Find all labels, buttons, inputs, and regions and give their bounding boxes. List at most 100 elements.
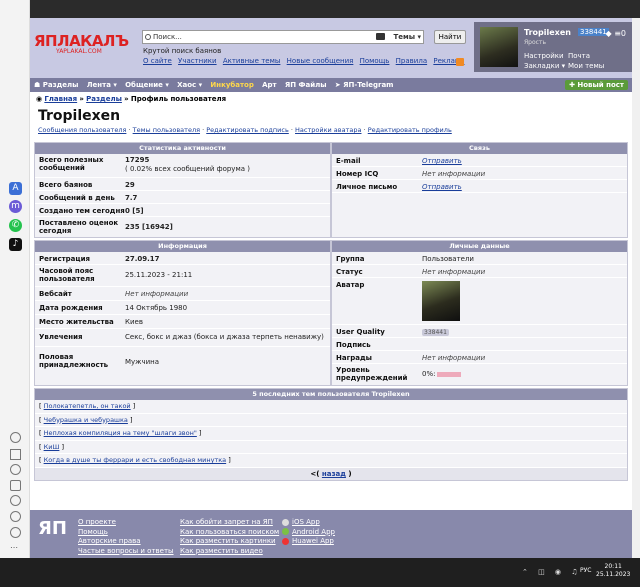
stats-panel: Статистика активности Всего полезных соо…	[34, 142, 331, 238]
camera-icon[interactable]	[376, 33, 385, 40]
clock-icon[interactable]	[10, 495, 21, 506]
nav-feed[interactable]: Лента ▾	[87, 81, 117, 89]
footer-link[interactable]: Частые вопросы и ответы	[78, 547, 174, 557]
list-item: [ Чебурашка и чебурашка ]	[35, 414, 627, 427]
link-active-topics[interactable]: Активные темы	[223, 57, 281, 65]
stats-label: Сообщений в день	[39, 194, 115, 202]
footer-link[interactable]: Как пользоваться поиском	[180, 528, 279, 538]
box-icon[interactable]	[10, 480, 21, 491]
site-header: ЯПЛАКАЛЪ YAPLAKAL.COM Поиск... Темы ▾ На…	[30, 18, 632, 78]
footer-logo[interactable]: ЯП	[38, 518, 67, 539]
search-scope-select[interactable]: Темы ▾	[393, 31, 421, 43]
profile-links: Сообщения пользователя · Темы пользовате…	[30, 126, 632, 138]
stats-row: Создано тем сегодня 0 [5]	[35, 204, 330, 217]
nav-files[interactable]: ЯП Файлы	[285, 81, 327, 89]
personal-row: Аватар	[332, 278, 627, 325]
scrollbar[interactable]	[632, 18, 640, 558]
more-icon[interactable]: ⋯	[10, 543, 21, 554]
page-title: Tropilexen	[38, 108, 121, 124]
user-link-bookmarks[interactable]: Закладки ▾	[524, 61, 568, 71]
rss-icon[interactable]	[456, 58, 464, 66]
link-help[interactable]: Помощь	[360, 57, 390, 65]
user-link-my-topics[interactable]: Мои темы	[568, 61, 612, 71]
play-icon[interactable]	[10, 432, 21, 443]
user-name[interactable]: Tropilexen	[524, 28, 571, 37]
system-tray-icon[interactable]: ⌃ ◫ ◉ ♫	[522, 568, 582, 576]
footer-col-2: Как обойти запрет на ЯП Как пользоваться…	[180, 518, 279, 556]
ios-app-link[interactable]: iOS App	[292, 518, 320, 526]
user-status: Ярость	[524, 39, 546, 46]
nav-incubator[interactable]: Инкубатор	[210, 81, 254, 89]
screen: A m ✆ ♪ ⋯ ЯПЛАКАЛЪ YAPLAKAL.COM Поиск...…	[0, 0, 640, 587]
contact-label: E-mail	[336, 157, 361, 165]
send-icon[interactable]	[10, 449, 21, 460]
android-app-link[interactable]: Android App	[292, 528, 335, 536]
footer-link[interactable]: Как разместить видео	[180, 547, 279, 557]
search-input[interactable]: Поиск... Темы ▾	[142, 30, 424, 44]
personal-label: User Quality	[336, 328, 385, 336]
personal-value: Нет информации	[422, 268, 486, 276]
info-value: Секс, бокс и джаз (бокса и джаза терпеть…	[125, 333, 324, 341]
lightbulb-icon[interactable]	[10, 527, 21, 538]
settings-icon[interactable]	[10, 511, 21, 522]
topic-link[interactable]: Чебурашка и чебурашка	[44, 416, 128, 424]
link-avatar-settings[interactable]: Настройки аватара	[295, 126, 361, 134]
private-message-link[interactable]: Отправить	[422, 183, 462, 191]
breadcrumb-home[interactable]: Главная	[44, 95, 77, 103]
stats-label: Поставлено оценок сегодня	[39, 219, 119, 235]
messenger-icon[interactable]: m	[9, 200, 22, 213]
tiktok-icon[interactable]: ♪	[9, 238, 22, 251]
footer-link[interactable]: Как обойти запрет на ЯП	[180, 518, 279, 528]
personal-value: Пользователи	[422, 255, 474, 263]
profile-links-separator: ·	[202, 126, 205, 134]
user-avatar[interactable]	[480, 27, 518, 67]
footer-link[interactable]: Помощь	[78, 528, 174, 538]
whatsapp-icon[interactable]: ✆	[9, 219, 22, 232]
topic-link[interactable]: Неплохая компиляция на тему "шлаги звон"	[44, 429, 197, 437]
nav-art[interactable]: Арт	[262, 81, 277, 89]
topic-link[interactable]: КиШ	[44, 443, 60, 451]
link-edit-signature[interactable]: Редактировать подпись	[206, 126, 289, 134]
link-members[interactable]: Участники	[178, 57, 217, 65]
personal-row: Уровень предупреждений 0%:	[332, 364, 627, 384]
link-edit-profile[interactable]: Редактировать профиль	[368, 126, 452, 134]
heart-icon[interactable]	[10, 464, 21, 475]
language-indicator[interactable]: РУС	[580, 567, 591, 574]
user-link-settings[interactable]: Настройки	[524, 51, 568, 61]
personal-label: Награды	[336, 354, 372, 362]
clock[interactable]: 20:11 25.11.2023	[596, 563, 630, 579]
footer-link[interactable]: Авторские права	[78, 537, 174, 547]
info-label: Место жительства	[39, 318, 114, 326]
profile-avatar-image[interactable]	[422, 281, 460, 321]
footer-link[interactable]: Как разместить картинки	[180, 537, 279, 547]
footer-link[interactable]: О проекте	[78, 518, 174, 528]
stats-label: Всего баянов	[39, 181, 93, 189]
back-link[interactable]: назад	[322, 470, 346, 478]
huawei-app-link[interactable]: Huawei App	[292, 537, 334, 545]
user-menu-icon[interactable]: ◆ ≡0	[606, 29, 627, 38]
breadcrumb-sections[interactable]: Разделы	[86, 95, 122, 103]
link-new-messages[interactable]: Новые сообщения	[287, 57, 354, 65]
link-user-messages[interactable]: Сообщения пользователя	[38, 126, 126, 134]
contact-row: E-mail Отправить	[332, 154, 627, 167]
nav-communication[interactable]: Общение ▾	[125, 81, 169, 89]
topic-link[interactable]: Когда в душе ты феррари и есть свободная…	[44, 456, 227, 464]
nav-telegram[interactable]: ➤ ЯП-Telegram	[335, 81, 394, 89]
nav-chaos[interactable]: Хаос ▾	[177, 81, 202, 89]
new-post-button[interactable]: ✚ Новый пост	[565, 80, 628, 90]
footer-col-1: О проекте Помощь Авторские права Частые …	[78, 518, 174, 556]
user-link-mail[interactable]: Почта	[568, 51, 612, 61]
email-send-link[interactable]: Отправить	[422, 157, 462, 165]
link-user-topics[interactable]: Темы пользователя	[133, 126, 200, 134]
contact-label: Номер ICQ	[336, 170, 379, 178]
personal-label: Статус	[336, 268, 363, 276]
browser-top-bar	[0, 0, 640, 18]
info-value: Нет информации	[125, 290, 189, 298]
app-store-icon[interactable]: A	[9, 182, 22, 195]
find-button[interactable]: Найти	[434, 30, 466, 44]
link-rules[interactable]: Правила	[396, 57, 427, 65]
site-logo[interactable]: ЯПЛАКАЛЪ YAPLAKAL.COM	[34, 32, 130, 60]
topic-link[interactable]: Полокатепетль, он такой	[44, 402, 131, 410]
nav-sections[interactable]: ☗ Разделы	[34, 81, 79, 89]
link-about[interactable]: О сайте	[143, 57, 172, 65]
